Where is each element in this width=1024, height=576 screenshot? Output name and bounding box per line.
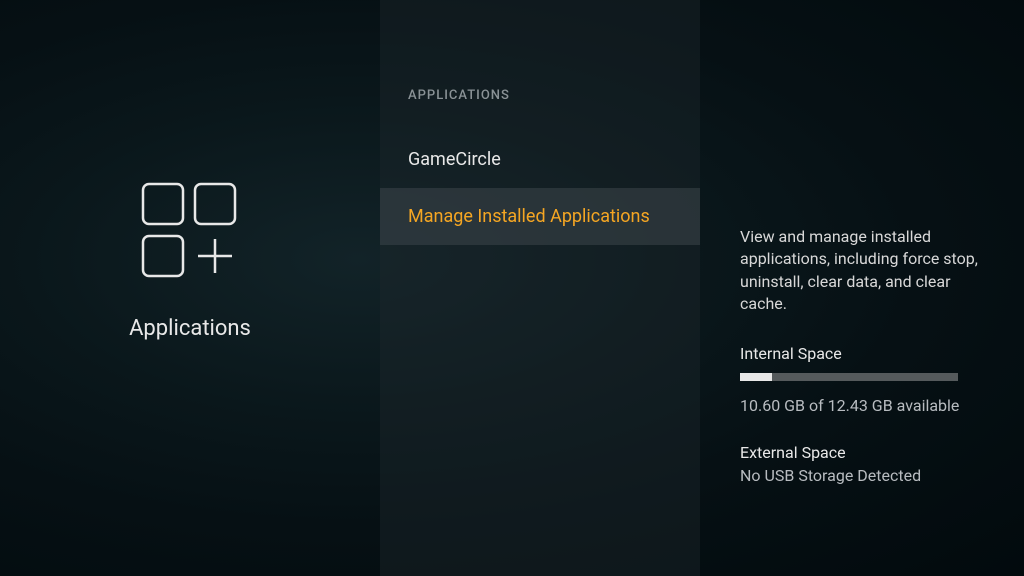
section-title: Applications [129, 316, 251, 341]
applications-icon [135, 176, 245, 286]
menu-panel: APPLICATIONS GameCircle Manage Installed… [380, 0, 700, 576]
internal-space-progress [740, 373, 958, 381]
external-space-text: No USB Storage Detected [740, 466, 984, 485]
left-panel: Applications [0, 0, 380, 576]
internal-space-progress-fill [740, 373, 772, 381]
menu-header: APPLICATIONS [380, 88, 700, 131]
menu-item-manage-installed-applications[interactable]: Manage Installed Applications [380, 188, 700, 245]
internal-space-text: 10.60 GB of 12.43 GB available [740, 395, 984, 417]
menu-item-gamecircle[interactable]: GameCircle [380, 131, 700, 188]
external-space-label: External Space [740, 443, 984, 462]
internal-space-label: Internal Space [740, 344, 984, 363]
detail-panel: View and manage installed applications, … [700, 0, 1024, 576]
item-description: View and manage installed applications, … [740, 226, 984, 316]
